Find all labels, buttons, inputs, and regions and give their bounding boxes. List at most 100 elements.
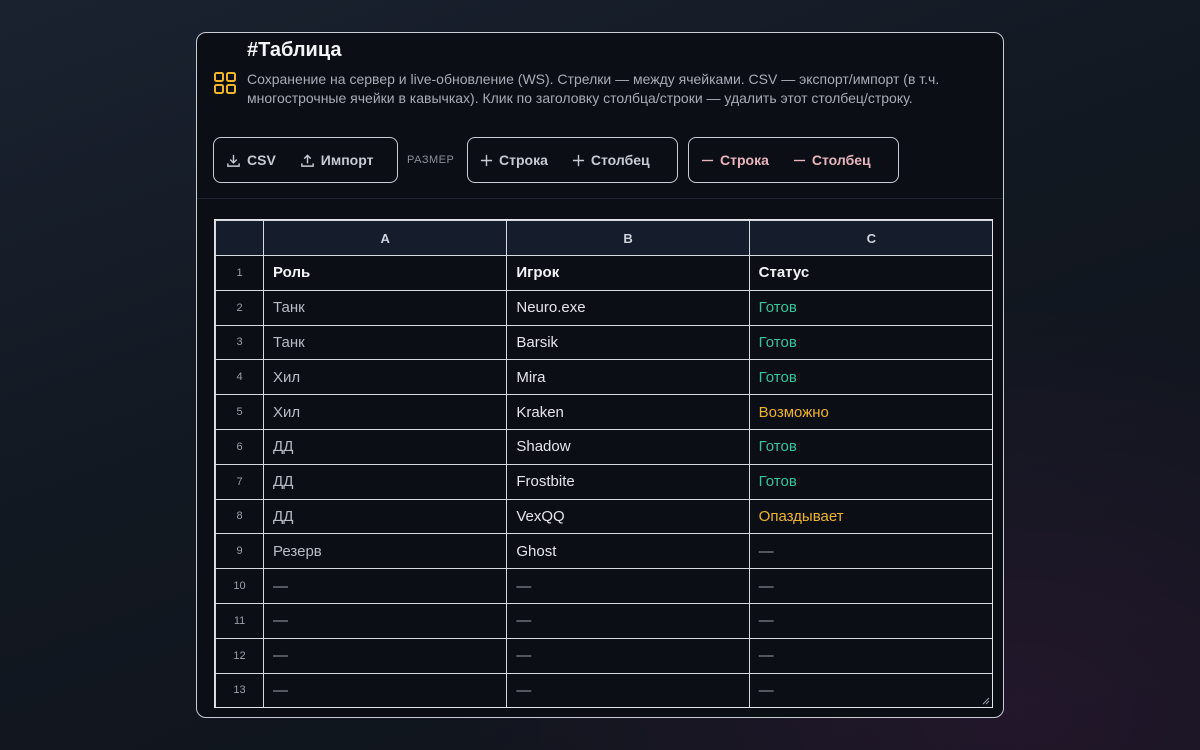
table-cell-b[interactable]: —	[506, 672, 750, 707]
table-cell-a[interactable]: —	[263, 672, 508, 707]
header-divider	[197, 198, 1003, 199]
table-cell-c[interactable]: —	[748, 602, 992, 639]
remove-column-label: Столбец	[811, 152, 871, 168]
table-row: 12— — —	[215, 637, 992, 674]
column-header-row: A B C	[215, 220, 992, 256]
plus-icon	[480, 154, 493, 166]
import-button[interactable]: Импорт	[288, 152, 386, 168]
table-cell-b[interactable]: —	[506, 602, 750, 639]
row-header[interactable]: 2	[215, 289, 265, 326]
table-cell-a[interactable]: —	[263, 637, 508, 674]
table-cell-a[interactable]: Танк	[263, 289, 508, 326]
row-header[interactable]: 9	[215, 533, 265, 570]
plus-icon	[572, 154, 584, 166]
table-cell-c[interactable]: —	[748, 637, 992, 674]
table-cell-a[interactable]: ДД	[263, 498, 508, 535]
add-column-button[interactable]: Столбец	[560, 152, 662, 168]
upload-icon	[300, 153, 314, 167]
table-cell-b[interactable]: Barsik	[506, 324, 750, 361]
row-header[interactable]: 4	[215, 359, 265, 396]
table-cell-a[interactable]: Танк	[263, 324, 508, 361]
table-cell-c[interactable]: Опаздывает	[748, 498, 992, 535]
table-cell-c[interactable]: —	[748, 672, 992, 707]
table-row: 10— — —	[215, 568, 992, 604]
row-header[interactable]: 7	[215, 463, 265, 500]
row-header[interactable]: 13	[215, 672, 265, 707]
table-cell-a[interactable]: ДД	[263, 463, 508, 500]
column-header-c[interactable]: C	[748, 220, 992, 256]
column-header-b[interactable]: B	[506, 220, 750, 256]
table-panel: #Таблица Сохранение на сервер и live-обн…	[196, 32, 1004, 718]
table-row: 2 Танк Neuro.exe Готов	[215, 289, 992, 326]
import-label: Импорт	[320, 152, 374, 168]
table-cell-b[interactable]: Ghost	[506, 533, 750, 570]
csv-button-group: CSV Импорт	[213, 137, 398, 183]
table-cell-b[interactable]: Игрок	[506, 255, 750, 291]
grid-icon	[214, 72, 236, 94]
table-cell-b[interactable]: —	[506, 568, 750, 604]
table-cell-a[interactable]: Резерв	[263, 533, 508, 570]
table-cell-b[interactable]: Kraken	[506, 394, 750, 430]
row-header[interactable]: 10	[215, 568, 265, 604]
table-cell-c[interactable]: —	[748, 533, 992, 570]
table-cell-b[interactable]: Neuro.exe	[506, 289, 750, 326]
table-cell-c[interactable]: Возможно	[748, 394, 992, 430]
spreadsheet: A B C 1 Роль Игрок Статус 2 Танк Neuro.exe Гото…	[214, 219, 993, 708]
table-cell-c[interactable]: Статус	[748, 255, 992, 291]
remove-row-label: Строка	[720, 152, 769, 168]
remove-row-button[interactable]: Строка	[689, 152, 781, 168]
corner-cell	[215, 220, 265, 256]
row-header[interactable]: 8	[215, 498, 265, 535]
table-cell-c[interactable]: Готов	[748, 324, 992, 361]
table-cell-c[interactable]: Готов	[748, 289, 992, 326]
table-cell-c[interactable]: Готов	[748, 359, 992, 396]
page-description: Сохранение на сервер и live-обновление (…	[247, 71, 940, 106]
panel-header: #Таблица Сохранение на сервер и live-обн…	[197, 33, 1003, 199]
table-row: 3 Танк Barsik Готов	[215, 324, 992, 361]
table-cell-b[interactable]: Frostbite	[506, 463, 750, 500]
table-row: 9 Резерв Ghost —	[215, 533, 992, 570]
table-cell-a[interactable]: Хил	[263, 359, 508, 396]
table-row: 4 Хил Mira Готов	[215, 359, 992, 396]
row-header[interactable]: 11	[215, 602, 265, 639]
add-row-button[interactable]: Строка	[468, 152, 560, 168]
row-header[interactable]: 12	[215, 637, 265, 674]
table-cell-b[interactable]: Shadow	[506, 428, 750, 465]
csv-label: CSV	[247, 152, 276, 168]
table-cell-a[interactable]: Хил	[263, 394, 508, 430]
resize-grip-icon[interactable]	[982, 697, 990, 705]
page-title: #Таблица	[247, 39, 342, 61]
table-row: 8 ДД VexQQ Опаздывает	[215, 498, 992, 535]
download-icon	[227, 154, 240, 167]
add-row-label: Строка	[499, 152, 548, 168]
table-cell-a[interactable]: —	[263, 568, 508, 604]
csv-export-button[interactable]: CSV	[214, 152, 288, 168]
spreadsheet-table: A B C 1 Роль Игрок Статус 2 Танк Neuro.exe Гото…	[215, 220, 992, 707]
table-cell-c[interactable]: Готов	[748, 463, 992, 500]
row-header[interactable]: 1	[215, 255, 265, 291]
size-label: РАЗМЕР	[407, 154, 455, 166]
remove-button-group: Строка Столбец	[688, 137, 899, 183]
row-header[interactable]: 5	[215, 394, 265, 430]
add-button-group: Строка Столбец	[467, 137, 678, 183]
row-header[interactable]: 6	[215, 428, 265, 465]
table-cell-b[interactable]: VexQQ	[506, 498, 750, 535]
table-cell-b[interactable]: Mira	[506, 359, 750, 396]
add-column-label: Столбец	[590, 152, 650, 168]
table-row: 5 Хил Kraken Возможно	[215, 394, 992, 430]
minus-icon	[793, 159, 805, 161]
table-cell-c[interactable]: Готов	[748, 428, 992, 465]
table-cell-a[interactable]: Роль	[263, 255, 508, 291]
table-cell-c[interactable]: —	[748, 568, 992, 604]
table-row: 13— — —	[215, 672, 992, 707]
table-cell-b[interactable]: —	[506, 637, 750, 674]
row-header[interactable]: 3	[215, 324, 265, 361]
table-cell-a[interactable]: ДД	[263, 428, 508, 465]
table-cell-a[interactable]: —	[263, 602, 508, 639]
table-row: 7 ДД Frostbite Готов	[215, 463, 992, 500]
minus-icon	[701, 159, 714, 161]
table-row: 6 ДД Shadow Готов	[215, 428, 992, 465]
table-row: 11— — —	[215, 602, 992, 639]
remove-column-button[interactable]: Столбец	[781, 152, 883, 168]
column-header-a[interactable]: A	[263, 220, 508, 256]
